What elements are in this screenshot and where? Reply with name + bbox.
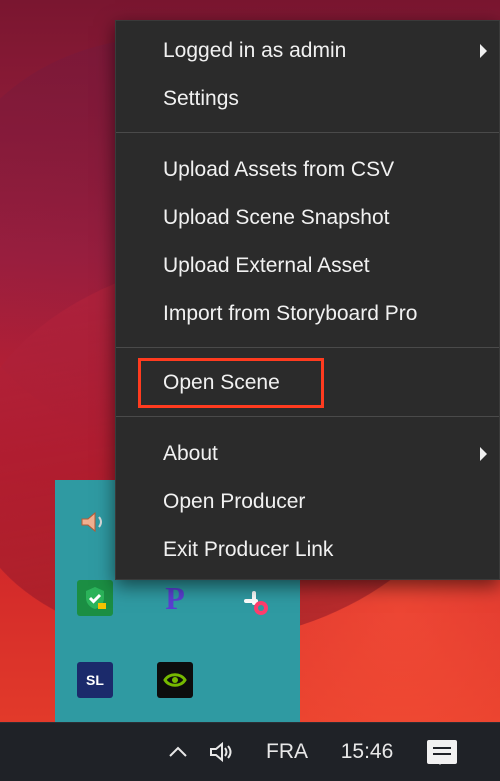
speaker-icon[interactable]: [75, 504, 111, 540]
volume-icon[interactable]: [202, 723, 242, 781]
nvidia-icon[interactable]: [157, 662, 193, 698]
menu-separator: [116, 132, 499, 133]
shield-check-icon[interactable]: [77, 580, 113, 616]
chevron-up-icon[interactable]: [160, 723, 196, 781]
menu-item-open-producer[interactable]: Open Producer: [116, 480, 499, 524]
p-app-icon[interactable]: P: [157, 580, 193, 616]
taskbar: FRA 15:46: [0, 722, 500, 781]
menu-item-label: Exit Producer Link: [163, 538, 334, 561]
notification-icon: [434, 757, 446, 765]
menu-separator: [116, 416, 499, 417]
menu-item-label: Import from Storyboard Pro: [163, 302, 418, 325]
time-label: 15:46: [340, 740, 394, 763]
sl-app-icon[interactable]: SL: [77, 662, 113, 698]
menu-item-label: About: [163, 442, 218, 465]
menu-item-import-storyboard-pro[interactable]: Import from Storyboard Pro: [116, 292, 499, 336]
menu-item-label: Upload External Asset: [163, 254, 370, 277]
clock[interactable]: 15:46: [326, 723, 408, 781]
notification-icon[interactable]: [418, 723, 466, 781]
menu-item-label: Open Producer: [163, 490, 306, 513]
input-language-indicator[interactable]: FRA: [252, 723, 322, 781]
menu-item-label: Settings: [163, 87, 239, 110]
language-label: FRA: [266, 740, 308, 763]
submenu-arrow-icon: [480, 447, 487, 461]
submenu-arrow-icon: [480, 44, 487, 58]
open-scene-highlight-box: [138, 358, 324, 408]
menu-separator: [116, 347, 499, 348]
producer-link-context-menu: Logged in as admin Settings Upload Asset…: [115, 20, 500, 580]
menu-item-label: Logged in as admin: [163, 39, 347, 62]
menu-item-exit-producer-link[interactable]: Exit Producer Link: [116, 528, 499, 572]
menu-item-label: Upload Scene Snapshot: [163, 206, 390, 229]
menu-item-upload-external-asset[interactable]: Upload External Asset: [116, 244, 499, 288]
menu-item-upload-scene-snapshot[interactable]: Upload Scene Snapshot: [116, 196, 499, 240]
menu-item-label: Upload Assets from CSV: [163, 158, 395, 181]
menu-item-settings[interactable]: Settings: [116, 77, 499, 121]
menu-item-upload-assets-csv[interactable]: Upload Assets from CSV: [116, 148, 499, 192]
menu-item-about[interactable]: About: [116, 432, 499, 476]
menu-item-logged-in[interactable]: Logged in as admin: [116, 29, 499, 73]
slack-icon[interactable]: [237, 584, 273, 620]
